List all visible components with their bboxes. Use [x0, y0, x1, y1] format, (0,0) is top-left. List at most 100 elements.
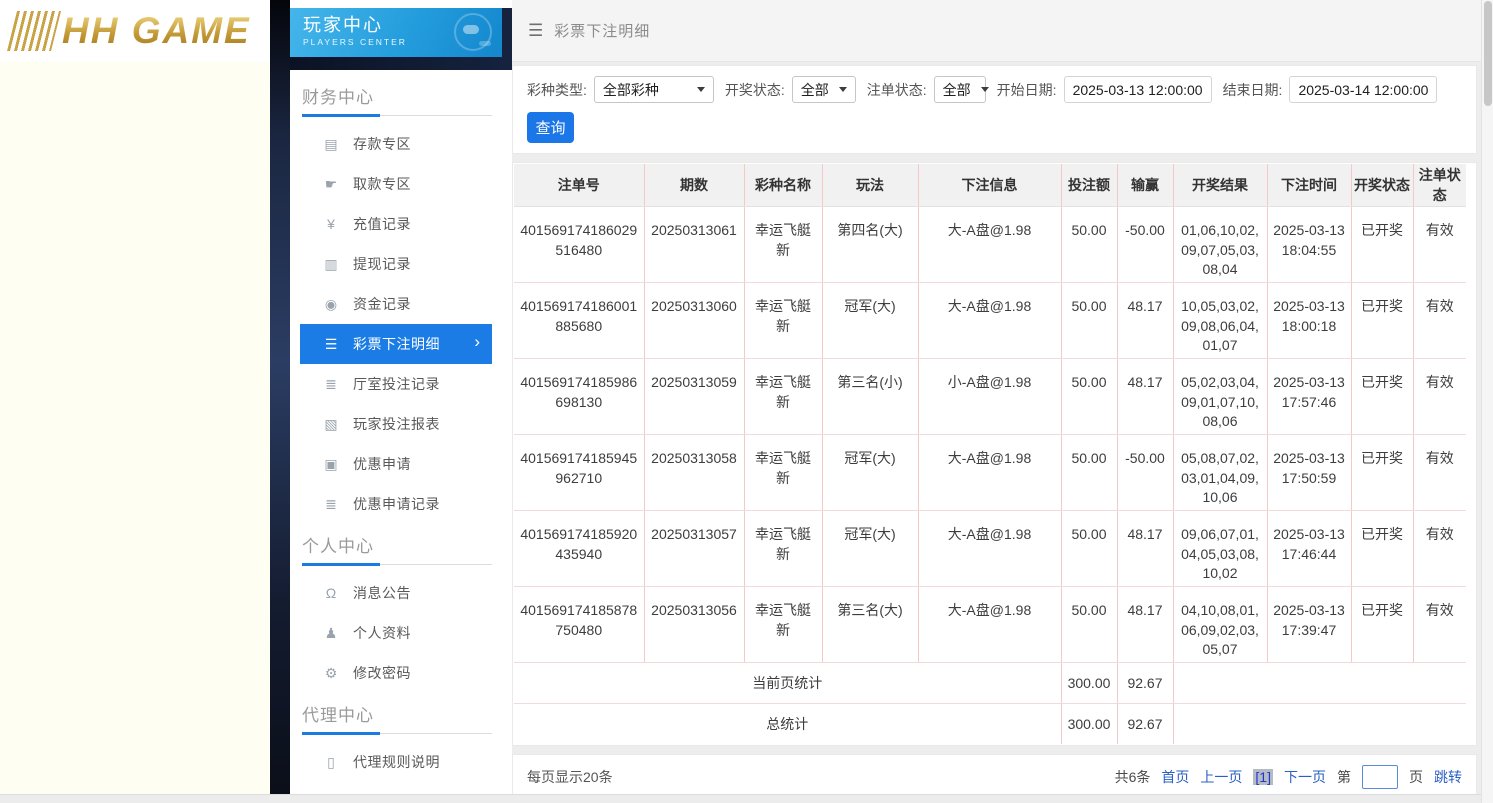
sidebar-item-label: 优惠申请记录	[353, 494, 440, 514]
column-header: 下注信息	[918, 164, 1061, 207]
table-cell: 有效	[1413, 435, 1466, 511]
current-page-indicator[interactable]: [1]	[1253, 769, 1273, 785]
table-cell: 第三名(大)	[822, 587, 918, 663]
horizontal-scrollbar[interactable]	[0, 794, 1481, 803]
lottery-type-select[interactable]: 全部彩种	[594, 76, 714, 103]
sidebar-item-label: 存款专区	[353, 134, 411, 154]
sidebar-item-messages[interactable]: Ω消息公告	[290, 573, 512, 613]
table-cell: 04,10,08,01,06,09,02,03,05,07	[1173, 587, 1267, 663]
document-icon: ▯	[322, 754, 340, 771]
table-cell: 有效	[1413, 283, 1466, 359]
main-content: ☰ 彩票下注明细 彩种类型: 全部彩种 开奖状态: 全部	[512, 0, 1481, 803]
start-date-label: 开始日期:	[997, 80, 1057, 100]
table-cell: 已开奖	[1351, 283, 1413, 359]
start-date-input[interactable]	[1064, 76, 1212, 103]
sidebar-item-profile[interactable]: ♟个人资料	[290, 613, 512, 653]
divider-line	[380, 733, 492, 734]
section-divider	[302, 732, 492, 735]
order-status-value: 全部	[943, 80, 971, 100]
summary-bet-total: 300.00	[1061, 663, 1117, 704]
divider-accent	[302, 114, 380, 117]
sidebar-item-label: 修改密码	[353, 663, 411, 683]
table-cell: -50.00	[1117, 207, 1173, 283]
column-header: 投注额	[1061, 164, 1117, 207]
table-cell: 幸运飞艇新	[744, 283, 822, 359]
table-cell: 大-A盘@1.98	[918, 511, 1061, 587]
column-header: 输赢	[1117, 164, 1173, 207]
gear-icon: ⚙	[322, 665, 340, 682]
sidebar-item-recharge-records[interactable]: ¥充值记录	[290, 204, 512, 244]
sidebar-item-promo-apply-records[interactable]: ≣优惠申请记录	[290, 484, 512, 524]
table-cell: 401569174185878750480	[514, 587, 644, 663]
table-cell: 2025-03-13 17:46:44	[1267, 511, 1351, 587]
table-cell: 幸运飞艇新	[744, 207, 822, 283]
sidebar-item-agent-rules[interactable]: ▯代理规则说明	[290, 742, 512, 782]
clipboard-list-icon: ≣	[322, 376, 340, 393]
next-page-link[interactable]: 下一页	[1284, 767, 1326, 787]
page-suffix-label: 页	[1409, 767, 1423, 787]
table-cell: 第四名(大)	[822, 207, 918, 283]
table-cell: 已开奖	[1351, 511, 1413, 587]
table-cell: 有效	[1413, 587, 1466, 663]
table-cell: 有效	[1413, 359, 1466, 435]
search-button[interactable]: 查询	[527, 112, 574, 143]
summary-bet-total: 300.00	[1061, 704, 1117, 745]
table-cell: 第三名(小)	[822, 359, 918, 435]
divider-accent	[302, 563, 380, 566]
sidebar-item-change-password[interactable]: ⚙ 修改密码	[290, 653, 512, 693]
table-row: 40156917418587875048020250313056幸运飞艇新第三名…	[514, 587, 1466, 663]
vertical-scrollbar-thumb[interactable]	[1484, 1, 1492, 106]
sidebar-item-hall-bet-records[interactable]: ≣厅室投注记录	[290, 364, 512, 404]
person-icon: ♟	[322, 625, 340, 642]
sidebar-item-withdraw-zone[interactable]: ☛取款专区	[290, 164, 512, 204]
table-cell: 401569174186001885680	[514, 283, 644, 359]
topbar: ☰ 彩票下注明细	[512, 0, 1481, 62]
column-header: 注单状态	[1413, 164, 1466, 207]
table-cell: 50.00	[1061, 511, 1117, 587]
sidebar-item-label: 消息公告	[353, 583, 411, 603]
table-cell: 已开奖	[1351, 435, 1413, 511]
sidebar-item-withdrawal-records[interactable]: ▥提现记录	[290, 244, 512, 284]
table-body: 40156917418602951648020250313061幸运飞艇新第四名…	[514, 207, 1466, 745]
table-cell: 10,05,03,02,09,08,06,04,01,07	[1173, 283, 1267, 359]
table-cell: 05,08,07,02,03,01,04,09,10,06	[1173, 435, 1267, 511]
vertical-scrollbar[interactable]	[1481, 0, 1493, 803]
table-cell: 401569174185945962710	[514, 435, 644, 511]
prev-page-link[interactable]: 上一页	[1200, 767, 1242, 787]
pagination-controls: 共6条 首页 上一页 [1] 下一页 第 页 跳转	[1115, 765, 1462, 789]
sidebar-item-promo-apply[interactable]: ▣优惠申请	[290, 444, 512, 484]
table-cell: 大-A盘@1.98	[918, 435, 1061, 511]
column-header: 彩种名称	[744, 164, 822, 207]
sidebar-item-deposit-zone[interactable]: ▤存款专区	[290, 124, 512, 164]
page-number-input[interactable]	[1362, 765, 1398, 789]
end-date-input[interactable]	[1289, 76, 1437, 103]
gamepad-icon	[454, 13, 492, 51]
sidebar-item-funds-records[interactable]: ◉资金记录	[290, 284, 512, 324]
sidebar-item-player-bet-report[interactable]: ▧玩家投注报表	[290, 404, 512, 444]
summary-winloss-total: 92.67	[1117, 704, 1173, 745]
table-cell: 20250313060	[644, 283, 744, 359]
chevron-down-icon	[839, 87, 847, 92]
first-page-link[interactable]: 首页	[1161, 767, 1189, 787]
menu-icon[interactable]: ☰	[528, 21, 543, 41]
table-cell: 05,02,03,04,09,01,07,10,08,06	[1173, 359, 1267, 435]
table-row: 40156917418598669813020250313059幸运飞艇新第三名…	[514, 359, 1466, 435]
divider-line	[380, 564, 492, 565]
table-cell: 401569174185920435940	[514, 511, 644, 587]
table-cell: 50.00	[1061, 435, 1117, 511]
summary-row: 总统计300.0092.67	[514, 704, 1466, 745]
draw-status-value: 全部	[801, 80, 829, 100]
draw-status-label: 开奖状态:	[725, 80, 785, 100]
order-status-label: 注单状态:	[867, 80, 927, 100]
order-status-select[interactable]: 全部	[934, 76, 986, 103]
table-cell: 401569174185986698130	[514, 359, 644, 435]
table-cell: 已开奖	[1351, 587, 1413, 663]
table-cell: 20250313061	[644, 207, 744, 283]
sidebar-item-lottery-bet-details[interactable]: ☰彩票下注明细›	[300, 324, 492, 364]
draw-status-select[interactable]: 全部	[792, 76, 856, 103]
jump-link[interactable]: 跳转	[1434, 767, 1462, 787]
coins-icon: ◉	[322, 296, 340, 313]
summary-empty	[1173, 704, 1466, 745]
page-size-text: 每页显示20条	[527, 767, 613, 787]
lottery-type-label: 彩种类型:	[527, 80, 587, 100]
